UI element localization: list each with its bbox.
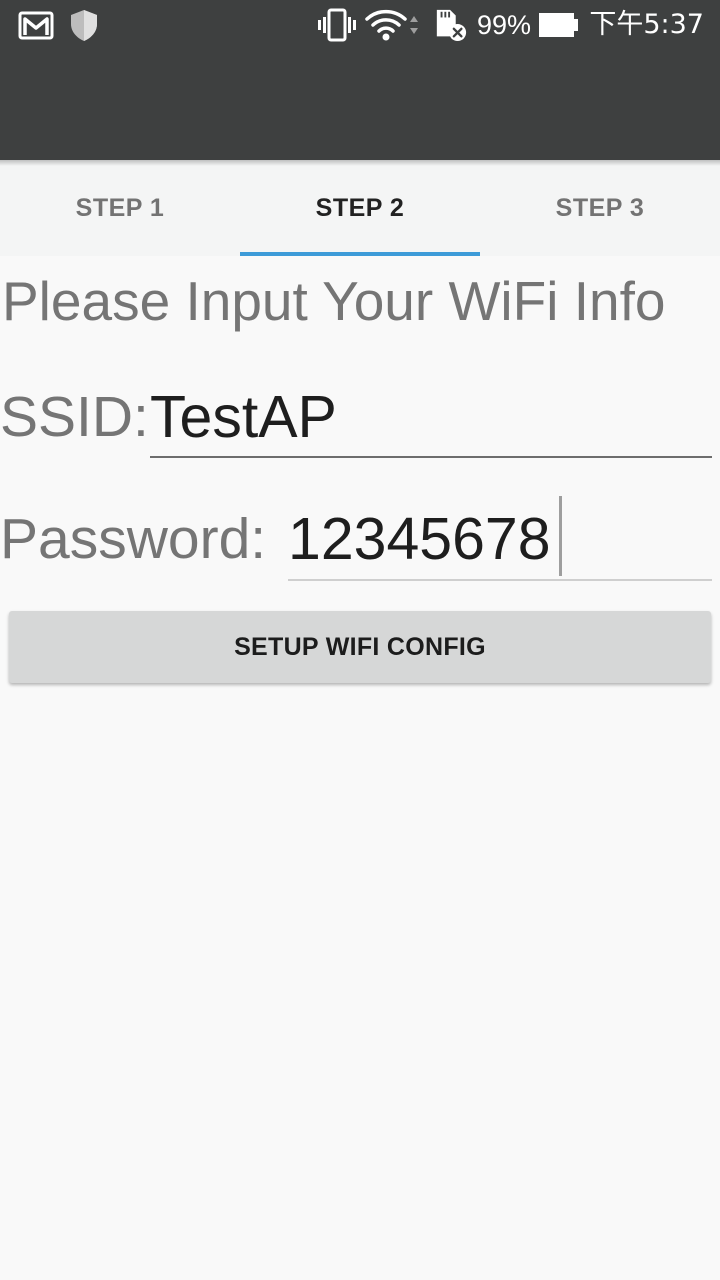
ssid-label: SSID: (0, 385, 149, 449)
clock-time: 下午5:37 (589, 9, 704, 40)
password-label: Password: (0, 507, 267, 571)
ssid-input-underline (150, 456, 712, 458)
text-cursor (559, 496, 562, 576)
tab-step-3-label: STEP 3 (555, 193, 645, 222)
setup-wifi-config-label: SETUP WIFI CONFIG (234, 632, 486, 661)
page-heading: Please Input Your WiFi Info (2, 270, 666, 332)
app-bar-shadow (0, 160, 720, 166)
tab-step-1[interactable]: STEP 1 (0, 160, 240, 256)
password-input-underline (288, 579, 712, 581)
gmail-icon (18, 11, 54, 40)
wifi-icon (365, 9, 418, 41)
sd-card-error-icon (436, 9, 467, 42)
battery-percent: 99% (477, 10, 532, 40)
app-bar: 99% 下午5:37 (0, 0, 720, 160)
tab-step-2[interactable]: STEP 2 (240, 160, 480, 256)
setup-wifi-config-button[interactable]: SETUP WIFI CONFIG (9, 611, 711, 683)
ssid-input[interactable]: TestAP (150, 382, 337, 452)
shield-icon (71, 10, 97, 41)
tab-step-1-label: STEP 1 (75, 193, 165, 222)
vibrate-icon (318, 8, 356, 42)
screen: 99% 下午5:37 STEP 1 STEP 2 STEP 3 Please I… (0, 0, 720, 1280)
tab-step-3[interactable]: STEP 3 (480, 160, 720, 256)
password-input[interactable]: 12345678 (288, 504, 551, 574)
step-tabs: STEP 1 STEP 2 STEP 3 (0, 160, 720, 256)
active-tab-indicator (240, 252, 480, 256)
battery-icon (539, 13, 578, 37)
tab-step-2-label: STEP 2 (315, 193, 405, 222)
status-bar: 99% 下午5:37 (0, 0, 720, 50)
